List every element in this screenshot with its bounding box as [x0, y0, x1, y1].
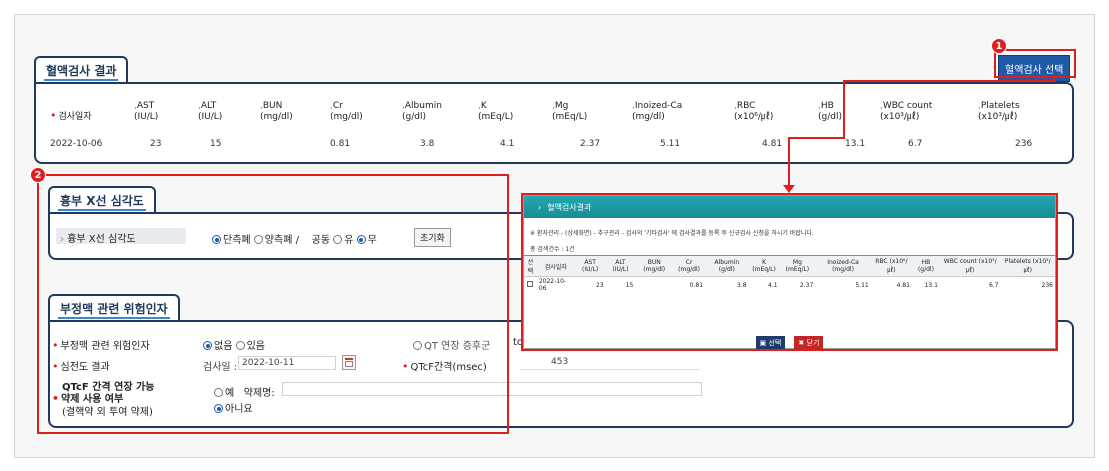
blood-test-header-7: ,Mg (mEq/L): [552, 101, 588, 122]
arrow-segment-5: [788, 137, 790, 187]
blood-test-header-3: ,BUN (mg/dl): [260, 101, 293, 122]
callout-2-box: [37, 174, 509, 434]
qtcf-input[interactable]: 453: [520, 356, 700, 370]
blood-test-header-0: • 검사일자: [50, 109, 92, 122]
blood-test-header-10: ,HB (g/dl): [818, 101, 842, 122]
blood-test-tab: 혈액검사 결과: [34, 56, 129, 83]
blood-test-cell-12: 236: [1015, 139, 1033, 149]
blood-test-header-4: ,Cr (mg/dl): [330, 101, 363, 122]
blood-test-header-12: ,Platelets (x10³/㎕): [978, 101, 1020, 122]
blood-test-header-6: ,K (mEq/L): [478, 101, 514, 122]
blood-test-cell-6: 4.1: [500, 139, 515, 149]
blood-test-cell-8: 5.11: [660, 139, 681, 149]
blood-test-header-5: ,Albumin (g/dl): [402, 101, 442, 122]
arrow-segment-4: [788, 137, 845, 139]
callout-1-box: [994, 49, 1076, 78]
blood-test-header-8: ,Inoized-Ca (mg/dl): [632, 101, 683, 122]
blood-test-cell-7: 2.37: [580, 139, 601, 149]
popup-callout-box: [521, 193, 1058, 351]
badge-2: 2: [30, 167, 46, 183]
blood-test-header-9: ,RBC (x10⁶/㎕): [734, 101, 774, 122]
arrow-head-icon: [783, 185, 795, 193]
blood-test-cell-9: 4.81: [762, 139, 783, 149]
blood-test-cell-2: 15: [210, 139, 222, 149]
blood-test-cell-4: 0.81: [330, 139, 351, 149]
blood-test-cell-1: 23: [150, 139, 162, 149]
blood-test-header-11: ,WBC count (x10³/㎕): [880, 101, 933, 122]
blood-test-header-2: ,ALT (IU/L): [198, 101, 223, 122]
blood-test-cell-11: 6.7: [908, 139, 923, 149]
arrow-segment-3: [843, 80, 845, 138]
blood-test-cell-0: 2022-10-06: [50, 139, 103, 149]
blood-test-cell-5: 3.8: [420, 139, 435, 149]
blood-test-header-1: ,AST (IU/L): [134, 101, 159, 122]
blood-test-title: 혈액검사 결과: [46, 64, 117, 78]
blood-test-cell-10: 13.1: [845, 139, 866, 149]
badge-1: 1: [991, 38, 1007, 54]
blood-test-panel: [34, 82, 1074, 164]
arrow-segment-2: [843, 80, 1056, 82]
